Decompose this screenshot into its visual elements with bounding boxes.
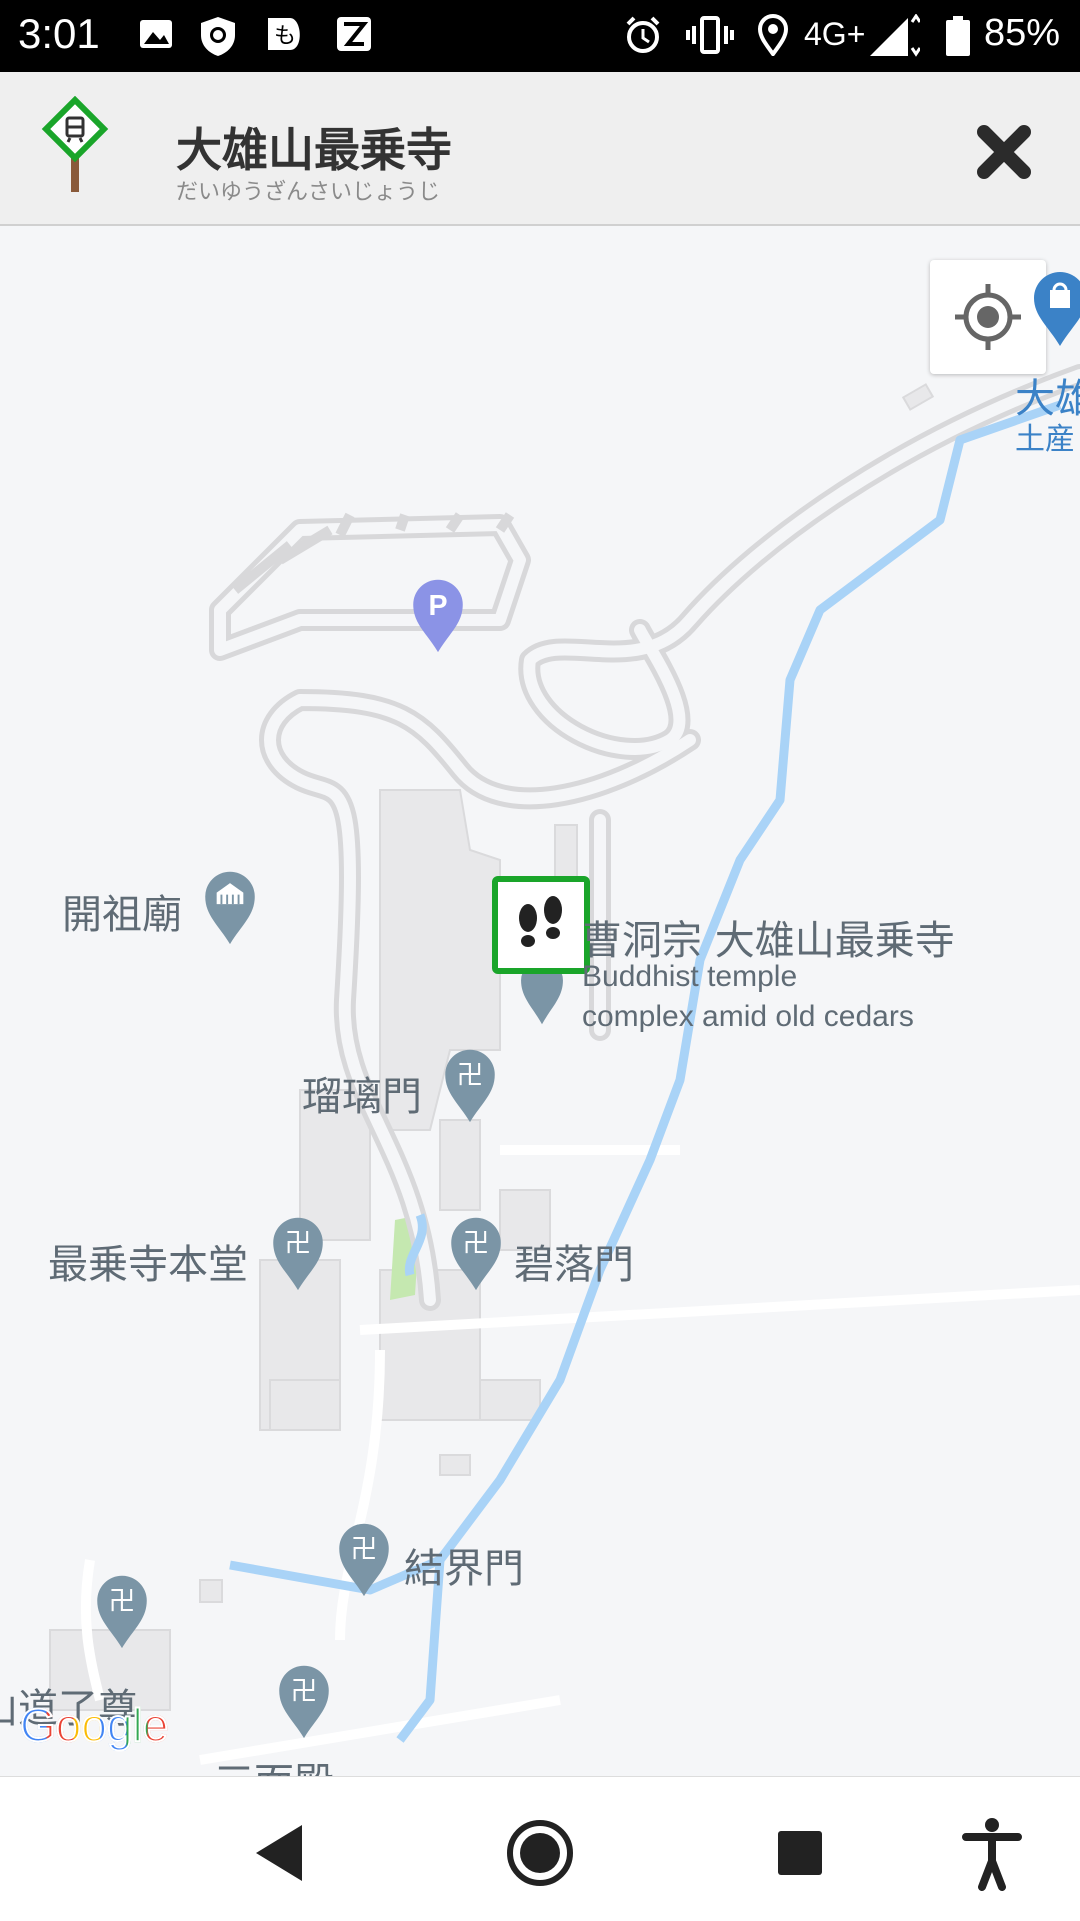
- temple-pin[interactable]: 卍: [446, 1212, 506, 1292]
- place-label-sanmonden: 三面殿: [214, 1750, 334, 1776]
- accessibility-icon[interactable]: [952, 1813, 1032, 1893]
- shopping-pin[interactable]: [1030, 268, 1080, 348]
- parking-pin[interactable]: P: [408, 574, 468, 654]
- system-nav-bar: [0, 1776, 1080, 1921]
- svg-text:卍: 卍: [285, 1228, 312, 1259]
- z-app-icon: [337, 17, 371, 51]
- status-bar: 3:01 も 4G+ 85%: [0, 0, 1080, 72]
- temple-pin[interactable]: 卍: [268, 1212, 328, 1292]
- place-label-kaisobyo: 開祖廟: [62, 892, 182, 938]
- svg-text:卍: 卍: [457, 1060, 484, 1091]
- temple-pin[interactable]: 卍: [440, 1044, 500, 1124]
- map-view[interactable]: 大雄 土産 P 開祖廟 曹洞宗 大雄山最乗寺 Buddhist temple c…: [0, 226, 1080, 1776]
- poi-title: 曹洞宗 大雄山最乗寺: [582, 918, 955, 964]
- clock: 3:01: [18, 10, 100, 57]
- svg-text:卍: 卍: [109, 1586, 136, 1617]
- place-label-rurimon: 瑠璃門: [302, 1074, 422, 1120]
- app-header: 大雄山最乗寺 だいゆうざんさいじょうじ: [0, 72, 1080, 226]
- poi-description-line1: Buddhist temple: [582, 960, 798, 993]
- place-label-hondo: 最乗寺本堂: [48, 1242, 248, 1288]
- temple-pin[interactable]: 卍: [92, 1570, 152, 1650]
- museum-pin[interactable]: [200, 866, 260, 946]
- place-label-kekkaimon: 結界門: [404, 1546, 524, 1592]
- close-icon[interactable]: [972, 120, 1036, 184]
- svg-text:卍: 卍: [351, 1534, 378, 1565]
- svg-text:も: も: [274, 24, 296, 49]
- signal-icon: [870, 14, 920, 57]
- image-icon: [140, 20, 172, 48]
- temple-pin[interactable]: 卍: [334, 1518, 394, 1598]
- svg-text:卍: 卍: [291, 1676, 318, 1707]
- svg-text:卍: 卍: [463, 1228, 490, 1259]
- home-icon[interactable]: [500, 1813, 580, 1893]
- page-title: 大雄山最乗寺: [176, 123, 452, 177]
- place-label-hekirakumon: 碧落門: [514, 1242, 634, 1288]
- vibrate-icon: [686, 16, 734, 54]
- battery-icon: [946, 16, 970, 56]
- footsteps-marker[interactable]: [492, 876, 590, 974]
- shield-icon: [201, 17, 235, 56]
- location-icon: [757, 14, 789, 56]
- temple-pin[interactable]: 卍: [274, 1660, 334, 1740]
- shop-label-2: 土産: [1015, 422, 1075, 457]
- recents-icon[interactable]: [760, 1813, 840, 1893]
- mo-app-icon: も: [268, 18, 300, 50]
- crosshair-icon: [955, 284, 1021, 350]
- page-subtitle: だいゆうざんさいじょうじ: [176, 180, 441, 205]
- battery-level: 85%: [984, 12, 1061, 54]
- network-type: 4G+: [804, 16, 866, 52]
- poi-description-line2: complex amid old cedars: [582, 1000, 914, 1033]
- google-logo: Google: [19, 1698, 169, 1752]
- sign-icon: [41, 96, 109, 192]
- my-location-button[interactable]: [930, 260, 1046, 374]
- back-icon[interactable]: [240, 1813, 320, 1893]
- alarm-icon: [626, 16, 660, 53]
- svg-text:P: P: [428, 590, 447, 622]
